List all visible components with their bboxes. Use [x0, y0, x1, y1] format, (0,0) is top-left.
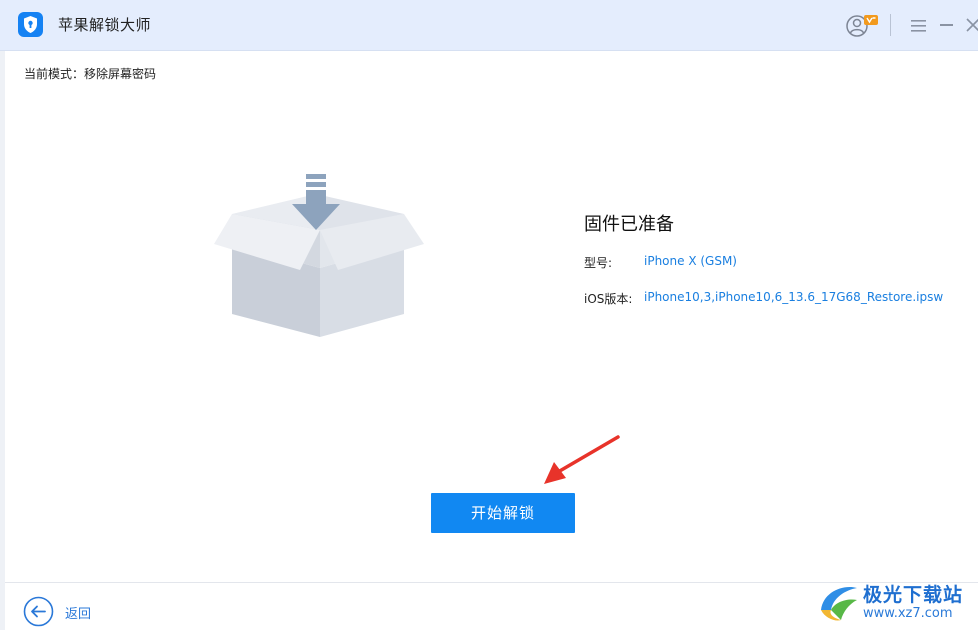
- watermark-url: www.xz7.com: [863, 606, 953, 621]
- watermark-logo-icon: [817, 580, 861, 628]
- red-arrow-icon: [538, 434, 622, 486]
- menu-icon[interactable]: [911, 18, 926, 32]
- firmware-ready-title: 固件已准备: [584, 214, 674, 235]
- close-icon[interactable]: [965, 17, 978, 33]
- model-label: 型号:: [584, 256, 613, 270]
- box-download-icon: [212, 172, 426, 342]
- current-mode-label: 当前模式：移除屏幕密码: [24, 67, 157, 81]
- watermark-name: 极光下载站: [863, 584, 964, 606]
- user-icon[interactable]: [845, 13, 879, 39]
- model-value: iPhone X (GSM): [644, 254, 737, 268]
- watermark: 极光下载站 www.xz7.com: [815, 578, 978, 630]
- back-arrow-icon[interactable]: [23, 596, 54, 627]
- back-button[interactable]: 返回: [65, 603, 91, 622]
- window-border: [0, 51, 5, 630]
- start-unlock-button[interactable]: 开始解锁: [431, 493, 575, 533]
- ios-version-value: iPhone10,3,iPhone10,6_13.6_17G68_Restore…: [644, 290, 944, 304]
- app-title: 苹果解锁大师: [58, 16, 152, 34]
- ios-version-label: iOS版本:: [584, 292, 633, 306]
- title-bar: 苹果解锁大师: [0, 0, 978, 51]
- title-divider: [890, 14, 891, 36]
- minimize-icon[interactable]: [940, 24, 953, 26]
- app-logo-icon: [18, 12, 43, 37]
